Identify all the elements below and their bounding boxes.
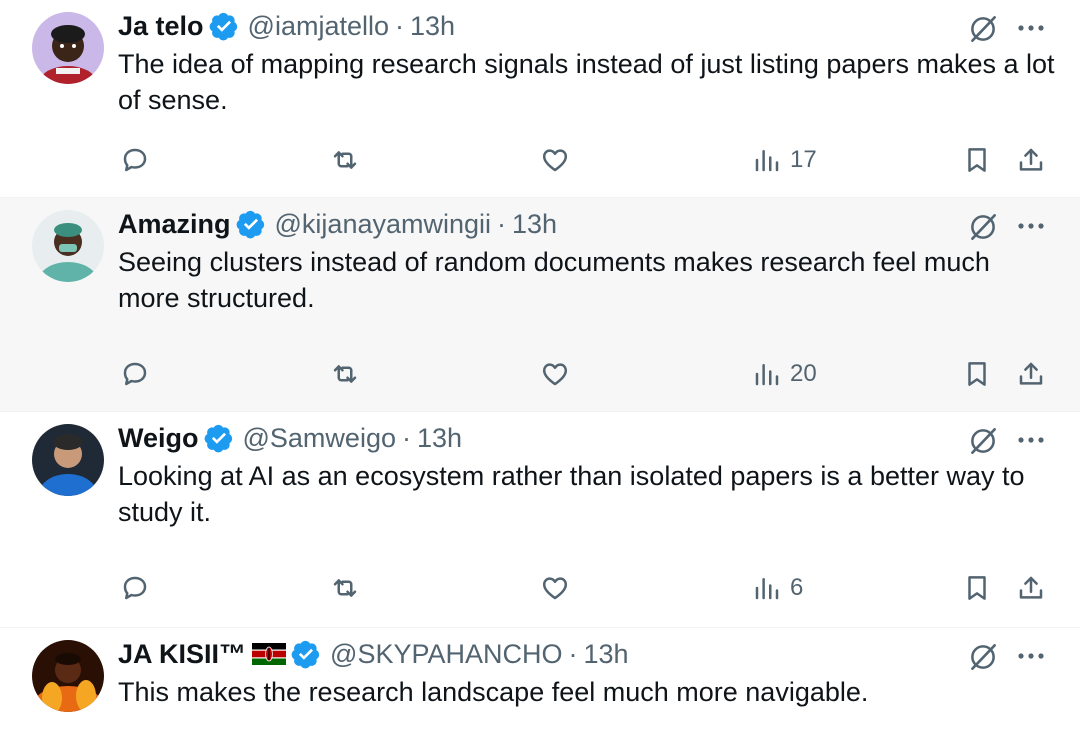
retweet-button[interactable]	[330, 566, 360, 610]
tweet-header: Amazing @kijanayamwingii · 13h	[118, 208, 557, 240]
bookmark-button[interactable]	[962, 138, 992, 182]
share-button[interactable]	[1016, 138, 1046, 182]
tweet-header: Weigo @Samweigo · 13h	[118, 422, 462, 454]
reply-button[interactable]	[120, 352, 150, 396]
views-chart-icon	[755, 578, 779, 600]
bookmark-icon	[968, 148, 986, 172]
tweet[interactable]: Ja telo @iamjatello · 13h The idea of ma…	[0, 0, 1080, 198]
more-options-icon[interactable]	[1016, 16, 1046, 40]
separator-dot: ·	[568, 638, 578, 669]
avatar[interactable]	[32, 12, 104, 84]
author-handle[interactable]: @kijanayamwingii	[275, 209, 492, 240]
reply-icon	[123, 148, 147, 172]
timestamp[interactable]: 13h	[512, 209, 557, 240]
more-options-icon[interactable]	[1016, 644, 1046, 668]
tweet-text: The idea of mapping research signals ins…	[118, 49, 1055, 115]
grok-icon[interactable]	[966, 12, 1000, 46]
share-icon	[1019, 148, 1043, 171]
reply-feed: Ja telo @iamjatello · 13h The idea of ma…	[0, 0, 1080, 744]
avatar[interactable]	[32, 210, 104, 282]
views-count: 6	[790, 574, 804, 601]
share-button[interactable]	[1016, 352, 1046, 396]
reply-button[interactable]	[120, 138, 150, 182]
bookmark-button[interactable]	[962, 352, 992, 396]
views-button[interactable]: 20	[752, 352, 817, 396]
tweet-actions: 17	[0, 138, 1080, 182]
timestamp[interactable]: 13h	[583, 639, 628, 670]
tweet-text: This makes the research landscape feel m…	[118, 677, 869, 707]
retweet-icon	[333, 365, 357, 383]
bookmark-button[interactable]	[962, 566, 992, 610]
tweet-header: Ja telo @iamjatello · 13h	[118, 10, 455, 42]
verified-badge-icon	[204, 423, 234, 453]
verified-badge-icon	[236, 209, 266, 239]
more-options-icon[interactable]	[1016, 428, 1046, 452]
tweet[interactable]: JA KISII™ @SKYPAHANCHO · 13h This makes …	[0, 628, 1080, 744]
retweet-button[interactable]	[330, 138, 360, 182]
more-options-icon[interactable]	[1016, 214, 1046, 238]
tweet-header: JA KISII™ @SKYPAHANCHO · 13h	[118, 638, 629, 670]
retweet-icon	[333, 151, 357, 169]
tweet-actions: 20	[0, 352, 1080, 396]
author-handle[interactable]: @iamjatello	[248, 11, 389, 42]
share-icon	[1019, 576, 1043, 599]
like-button[interactable]	[540, 566, 570, 610]
author-name[interactable]: Ja telo	[118, 11, 204, 42]
retweet-icon	[333, 579, 357, 597]
views-count: 17	[790, 146, 817, 173]
kenya-flag-icon	[252, 643, 287, 665]
grok-icon[interactable]	[966, 424, 1000, 458]
views-button[interactable]: 6	[752, 566, 803, 610]
author-handle[interactable]: @Samweigo	[243, 423, 396, 454]
tweet-text: Looking at AI as an ecosystem rather tha…	[118, 461, 1025, 527]
views-button[interactable]: 17	[752, 138, 817, 182]
views-chart-icon	[755, 364, 779, 386]
verified-badge-icon	[291, 639, 321, 669]
grok-icon[interactable]	[966, 210, 1000, 244]
reply-icon	[123, 576, 147, 600]
bookmark-icon	[968, 576, 986, 600]
verified-badge-icon	[209, 11, 239, 41]
bookmark-icon	[968, 362, 986, 386]
author-handle[interactable]: @SKYPAHANCHO	[330, 639, 562, 670]
views-chart-icon	[755, 150, 779, 172]
avatar[interactable]	[32, 424, 104, 496]
heart-icon	[542, 363, 568, 386]
like-button[interactable]	[540, 138, 570, 182]
author-name[interactable]: Weigo	[118, 423, 199, 454]
separator-dot: ·	[497, 208, 507, 239]
share-button[interactable]	[1016, 566, 1046, 610]
tweet-text: Seeing clusters instead of random docume…	[118, 247, 990, 313]
avatar[interactable]	[32, 640, 104, 712]
retweet-button[interactable]	[330, 352, 360, 396]
share-icon	[1019, 362, 1043, 385]
heart-icon	[542, 149, 568, 172]
views-count: 20	[790, 360, 817, 387]
timestamp[interactable]: 13h	[410, 11, 455, 42]
tweet[interactable]: Amazing @kijanayamwingii · 13h Seeing cl…	[0, 198, 1080, 412]
separator-dot: ·	[395, 10, 405, 41]
like-button[interactable]	[540, 352, 570, 396]
separator-dot: ·	[401, 422, 411, 453]
tweet[interactable]: Weigo @Samweigo · 13h Looking at AI as a…	[0, 412, 1080, 628]
grok-icon[interactable]	[966, 640, 1000, 674]
author-name[interactable]: Amazing	[118, 209, 231, 240]
timestamp[interactable]: 13h	[417, 423, 462, 454]
reply-icon	[123, 362, 147, 386]
reply-button[interactable]	[120, 566, 150, 610]
heart-icon	[542, 577, 568, 600]
author-name[interactable]: JA KISII™	[118, 639, 246, 670]
tweet-actions: 6	[0, 566, 1080, 610]
